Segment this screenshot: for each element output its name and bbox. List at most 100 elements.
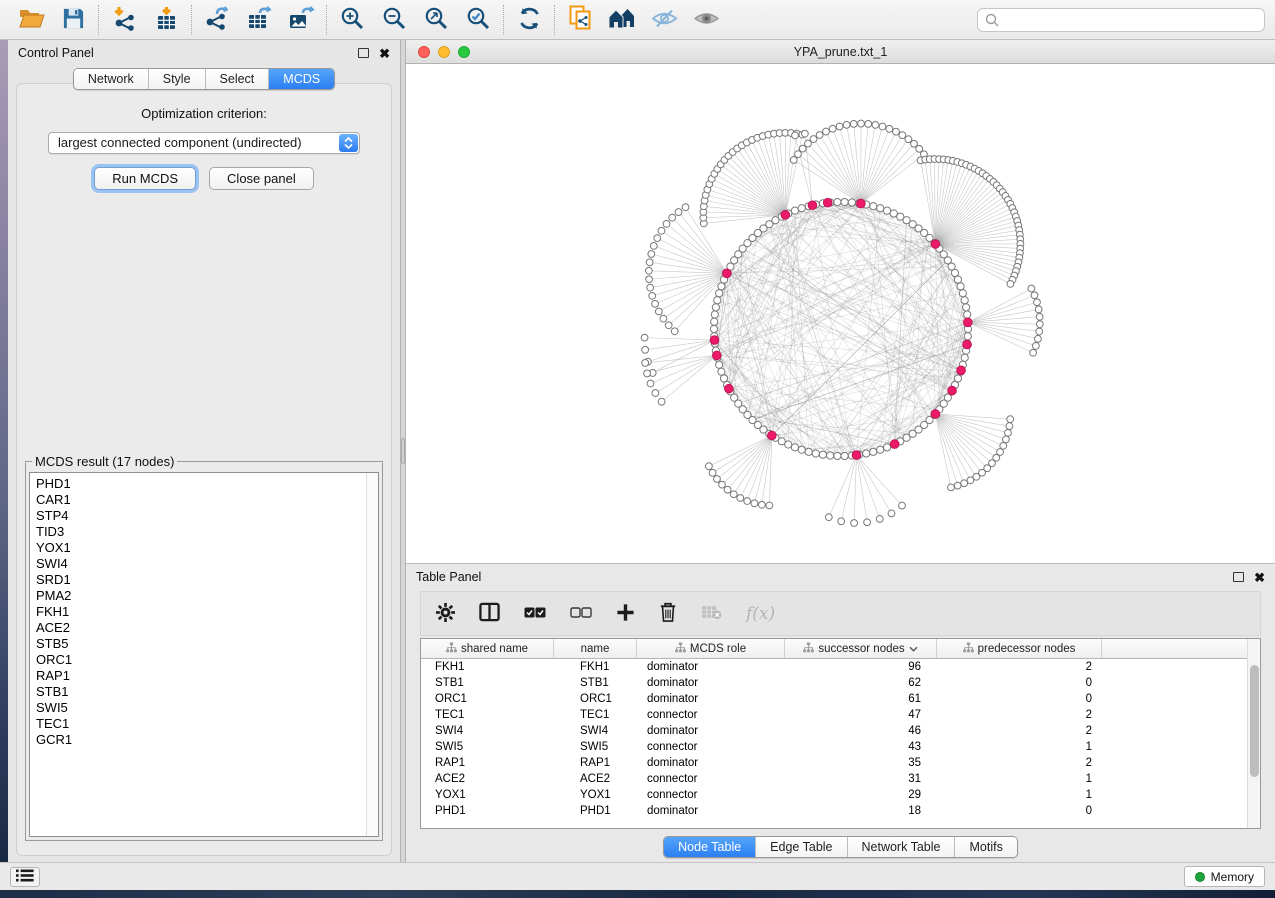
table-tab-node-table[interactable]: Node Table — [664, 837, 755, 857]
minimize-window-icon[interactable] — [438, 46, 450, 58]
export-image-button[interactable] — [280, 3, 322, 37]
mcds-list-scrollbar[interactable] — [366, 473, 378, 836]
criterion-label: Optimization criterion: — [17, 106, 391, 121]
tab-style[interactable]: Style — [148, 69, 205, 89]
network-canvas[interactable] — [406, 64, 1275, 562]
deselect-all-button[interactable] — [570, 606, 592, 621]
mcds-result-item[interactable]: RAP1 — [36, 668, 378, 684]
delete-column-button[interactable] — [659, 602, 677, 625]
tab-select[interactable]: Select — [205, 69, 269, 89]
tab-network[interactable]: Network — [74, 69, 148, 89]
function-builder-button[interactable]: f(x) — [746, 604, 775, 624]
hide-selected-button[interactable] — [643, 3, 685, 37]
table-row[interactable]: PHD1PHD1dominator180 — [421, 803, 1260, 819]
plus-icon — [616, 603, 635, 625]
table-scrollbar[interactable] — [1247, 639, 1260, 828]
table-row[interactable]: SWI5SWI5connector431 — [421, 739, 1260, 755]
import-table-button[interactable] — [145, 3, 187, 37]
column-header-shared-name[interactable]: shared name — [421, 639, 554, 658]
network-window-titlebar[interactable]: YPA_prune.txt_1 — [406, 40, 1275, 64]
column-header-successor-nodes[interactable]: successor nodes — [785, 639, 937, 658]
cell-MCDS-role: dominator — [637, 693, 785, 705]
column-header-predecessor-nodes[interactable]: predecessor nodes — [937, 639, 1102, 658]
mcds-result-item[interactable]: ACE2 — [36, 620, 378, 636]
cell-successor-nodes: 29 — [785, 789, 937, 801]
task-history-button[interactable] — [10, 867, 40, 887]
table-settings-button[interactable] — [436, 603, 455, 625]
eye-icon — [693, 8, 720, 32]
show-all-button[interactable] — [685, 3, 727, 37]
zoom-selected-button[interactable] — [457, 3, 499, 37]
search-input[interactable] — [1004, 10, 1257, 30]
delete-table-button[interactable] — [701, 605, 722, 623]
cell-successor-nodes: 96 — [785, 661, 937, 673]
mcds-result-item[interactable]: SWI5 — [36, 700, 378, 716]
open-file-button[interactable] — [10, 3, 52, 37]
import-network-button[interactable] — [103, 3, 145, 37]
cell-successor-nodes: 31 — [785, 773, 937, 785]
mcds-result-item[interactable]: TID3 — [36, 524, 378, 540]
table-scrollbar-thumb[interactable] — [1250, 665, 1259, 777]
table-row[interactable]: ORC1ORC1dominator610 — [421, 691, 1260, 707]
splitter-handle[interactable] — [401, 438, 405, 464]
tab-mcds[interactable]: MCDS — [268, 69, 334, 89]
refresh-layout-button[interactable] — [508, 3, 550, 37]
mcds-result-item[interactable]: CAR1 — [36, 492, 378, 508]
column-header-MCDS-role[interactable]: MCDS role — [637, 639, 785, 658]
table-row[interactable]: STB1STB1dominator620 — [421, 675, 1260, 691]
select-all-button[interactable] — [524, 606, 546, 621]
float-table-panel-icon[interactable] — [1233, 572, 1244, 582]
table-tab-motifs[interactable]: Motifs — [954, 837, 1016, 857]
houses-button[interactable] — [601, 3, 643, 37]
table-row[interactable]: ACE2ACE2connector311 — [421, 771, 1260, 787]
zoom-fit-button[interactable] — [415, 3, 457, 37]
mcds-result-item[interactable]: YOX1 — [36, 540, 378, 556]
column-layout-button[interactable] — [479, 602, 500, 625]
maximize-window-icon[interactable] — [458, 46, 470, 58]
clone-network-button[interactable] — [559, 3, 601, 37]
column-header-name[interactable]: name — [554, 639, 637, 658]
table-tab-edge-table[interactable]: Edge Table — [755, 837, 846, 857]
cell-predecessor-nodes: 0 — [937, 693, 1102, 705]
table-row[interactable]: RAP1RAP1dominator352 — [421, 755, 1260, 771]
zoom-in-icon — [340, 6, 365, 34]
table-row[interactable]: TEC1TEC1connector472 — [421, 707, 1260, 723]
mcds-result-list[interactable]: PHD1CAR1STP4TID3YOX1SWI4SRD1PMA2FKH1ACE2… — [29, 472, 379, 837]
close-panel-button[interactable]: Close panel — [209, 167, 314, 190]
close-window-icon[interactable] — [418, 46, 430, 58]
run-mcds-button[interactable]: Run MCDS — [94, 167, 196, 190]
close-table-panel-icon[interactable]: ✖ — [1254, 571, 1265, 584]
zoom-out-button[interactable] — [373, 3, 415, 37]
save-session-button[interactable] — [52, 3, 94, 37]
table-row[interactable]: FKH1FKH1dominator962 — [421, 659, 1260, 675]
float-panel-icon[interactable] — [358, 48, 369, 58]
cell-successor-nodes: 62 — [785, 677, 937, 689]
mcds-result-item[interactable]: ORC1 — [36, 652, 378, 668]
export-table-button[interactable] — [238, 3, 280, 37]
mcds-result-item[interactable]: STP4 — [36, 508, 378, 524]
mcds-result-item[interactable]: PHD1 — [36, 476, 378, 492]
table-tab-network-table[interactable]: Network Table — [847, 837, 955, 857]
search-icon — [985, 13, 999, 27]
mcds-result-item[interactable]: FKH1 — [36, 604, 378, 620]
mcds-result-item[interactable]: SRD1 — [36, 572, 378, 588]
mcds-result-item[interactable]: PMA2 — [36, 588, 378, 604]
close-panel-icon[interactable]: ✖ — [379, 47, 390, 60]
gear-icon — [436, 603, 455, 625]
mcds-result-item[interactable]: STB5 — [36, 636, 378, 652]
mcds-result-item[interactable]: TEC1 — [36, 716, 378, 732]
mcds-result-item[interactable]: SWI4 — [36, 556, 378, 572]
add-column-button[interactable] — [616, 603, 635, 625]
cell-successor-nodes: 61 — [785, 693, 937, 705]
criterion-select[interactable]: largest connected component (undirected) — [48, 132, 360, 154]
export-network-button[interactable] — [196, 3, 238, 37]
mcds-result-item[interactable]: STB1 — [36, 684, 378, 700]
table-row[interactable]: SWI4SWI4dominator462 — [421, 723, 1260, 739]
zoom-selected-icon — [466, 6, 491, 34]
mcds-result-item[interactable]: GCR1 — [36, 732, 378, 748]
cell-MCDS-role: connector — [637, 789, 785, 801]
memory-button[interactable]: Memory — [1184, 866, 1265, 887]
toolbar-separator — [503, 5, 504, 35]
table-row[interactable]: YOX1YOX1connector291 — [421, 787, 1260, 803]
zoom-in-button[interactable] — [331, 3, 373, 37]
